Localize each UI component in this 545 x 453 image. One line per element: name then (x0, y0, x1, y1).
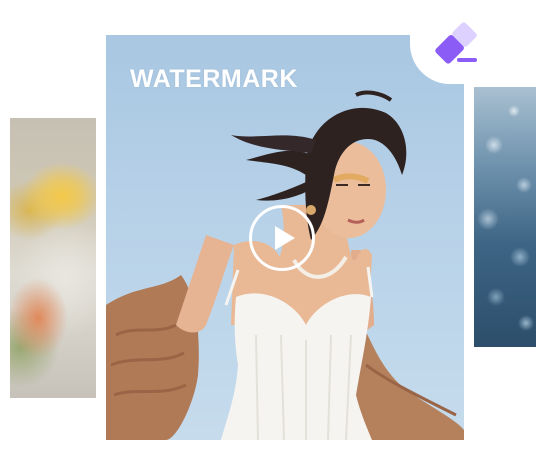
left-thumbnail-image (10, 118, 96, 398)
play-button[interactable] (249, 205, 315, 271)
eraser-icon[interactable] (433, 20, 479, 66)
watermark-text: WATERMARK (130, 65, 298, 93)
play-icon (274, 226, 295, 250)
video-preview[interactable]: WATERMARK (106, 35, 464, 440)
right-thumbnail-image (474, 87, 536, 347)
